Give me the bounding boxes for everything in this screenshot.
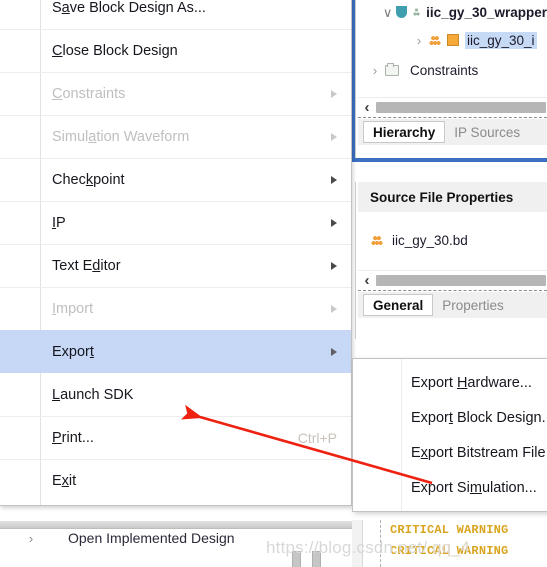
menu-item-launch-sdk[interactable]: Launch SDK [0, 373, 351, 416]
ip-block-icon [447, 34, 459, 46]
properties-pane-title: Source File Properties [358, 182, 547, 212]
menu-item-close-block-design[interactable]: Close Block Design [0, 29, 351, 72]
messages-console: CRITICAL WARNING CRITICAL WARNING [352, 520, 547, 567]
menu-item-label: Save Block Design As... [52, 0, 206, 16]
menu-item-label: Constraints [52, 86, 126, 102]
submenu-item-label: Export Block Design... [411, 409, 547, 426]
menu-item-export[interactable]: Export [0, 330, 351, 373]
block-design-icon [429, 35, 441, 45]
pane-divider [358, 117, 547, 118]
menu-item-text-editor[interactable]: Text Editor [0, 244, 351, 287]
menu-item-label: Text Editor [52, 258, 121, 274]
scroll-left-icon[interactable]: ‹ [358, 273, 376, 288]
folder-icon [385, 62, 399, 76]
menu-item-label: Print... [52, 430, 94, 446]
menu-item-label: Export [52, 343, 94, 360]
chevron-right-icon[interactable]: › [368, 64, 382, 77]
vertical-scrollbar[interactable] [312, 551, 321, 567]
menu-item-save-block-design-as[interactable]: Save Block Design As... [0, 0, 351, 29]
menu-item-label: Exit [52, 473, 77, 489]
flow-navigator-background: › Open Implemented Design [0, 521, 352, 567]
chevron-down-icon[interactable]: ∨ [382, 6, 393, 19]
submenu-item-export-bitstream-file[interactable]: Export Bitstream File... [353, 435, 547, 470]
properties-tab-strip[interactable]: General Properties [358, 292, 547, 318]
open-implemented-design-label: Open Implemented Design [68, 530, 235, 546]
submenu-item-export-simulation[interactable]: Export Simulation... [353, 470, 547, 505]
tab-general[interactable]: General [363, 294, 434, 316]
menu-item-ip[interactable]: IP [0, 201, 351, 244]
horizontal-scrollbar[interactable]: ‹ [358, 97, 547, 116]
tree-row[interactable]: › iic_gy_30_i [358, 27, 547, 53]
pane-divider [358, 290, 547, 291]
console-warning-line: CRITICAL WARNING [390, 544, 509, 558]
submenu-item-export-hardware[interactable]: Export Hardware... [353, 365, 547, 400]
export-submenu[interactable]: Export Hardware... Export Block Design..… [352, 358, 547, 512]
menu-item-label: Launch SDK [52, 386, 134, 403]
menu-item-shortcut: Ctrl+P [297, 430, 337, 446]
menu-item-simulation-waveform[interactable]: Simulation Waveform [0, 115, 351, 158]
console-gutter [352, 520, 363, 567]
sources-hierarchy-pane: ∨ iic_gy_30_wrapper › iic_gy_30_i › Cons… [352, 0, 547, 162]
menu-item-label: Close Block Design [52, 43, 178, 59]
submenu-arrow-icon [331, 347, 337, 356]
source-file-properties-pane: Source File Properties iic_gy_30.bd ‹ Ge… [352, 182, 547, 339]
scrollbar-thumb[interactable] [376, 101, 546, 113]
menu-item-exit[interactable]: Exit [0, 459, 351, 502]
file-menu[interactable]: Save Block Design As... Close Block Desi… [0, 0, 352, 506]
tree-row[interactable]: ∨ iic_gy_30_wrapper [358, 0, 547, 25]
block-design-small-icon [412, 8, 421, 16]
open-implemented-design-row[interactable]: › Open Implemented Design [0, 526, 352, 550]
properties-file-name: iic_gy_30.bd [392, 232, 468, 248]
submenu-item-export-block-design[interactable]: Export Block Design... [353, 400, 547, 435]
scroll-left-icon[interactable]: ‹ [358, 100, 376, 115]
tab-properties[interactable]: Properties [433, 292, 513, 318]
submenu-item-label: Export Simulation... [411, 479, 537, 496]
submenu-arrow-icon [331, 262, 337, 270]
submenu-arrow-icon [331, 133, 337, 141]
submenu-arrow-icon [331, 176, 337, 184]
chevron-right-icon[interactable]: › [412, 34, 426, 47]
tab-hierarchy[interactable]: Hierarchy [363, 121, 446, 143]
submenu-arrow-icon [331, 219, 337, 227]
scrollbar-thumb[interactable] [376, 274, 546, 286]
menu-item-print[interactable]: Print... Ctrl+P [0, 416, 351, 459]
tree-row[interactable]: › Constraints [358, 57, 547, 83]
submenu-arrow-icon [331, 305, 337, 313]
pane-left-rule [355, 0, 356, 158]
hierarchy-tab-strip[interactable]: Hierarchy IP Sources [358, 119, 547, 145]
pane-left-rule [355, 182, 356, 339]
console-warning-line: CRITICAL WARNING [390, 523, 509, 537]
menu-item-label: Import [52, 301, 94, 317]
chevron-right-icon[interactable]: › [24, 532, 38, 545]
console-tree-guide [380, 520, 381, 567]
design-sources-tree[interactable]: ∨ iic_gy_30_wrapper › iic_gy_30_i › Cons… [358, 0, 547, 101]
menu-item-import[interactable]: Import [0, 287, 351, 330]
menu-item-label: Simulation Waveform [52, 129, 190, 145]
menu-item-label: Checkpoint [52, 172, 125, 188]
menu-item-checkpoint[interactable]: Checkpoint [0, 158, 351, 201]
submenu-arrow-icon [331, 90, 337, 98]
module-icon [396, 6, 407, 18]
tree-item-label: iic_gy_30_wrapper [426, 4, 547, 20]
horizontal-scrollbar[interactable]: ‹ [358, 270, 547, 289]
submenu-item-label: Export Bitstream File... [411, 444, 547, 461]
submenu-item-label: Export Hardware... [411, 374, 532, 391]
block-design-icon [371, 235, 383, 245]
vertical-scrollbar[interactable] [292, 551, 301, 567]
properties-file-row[interactable]: iic_gy_30.bd [358, 212, 547, 268]
tree-item-label: Constraints [410, 62, 479, 78]
menu-item-label: IP [52, 215, 66, 231]
tab-ip-sources[interactable]: IP Sources [445, 119, 529, 145]
menu-item-constraints[interactable]: Constraints [0, 72, 351, 115]
tree-item-label: iic_gy_30_i [465, 31, 537, 49]
